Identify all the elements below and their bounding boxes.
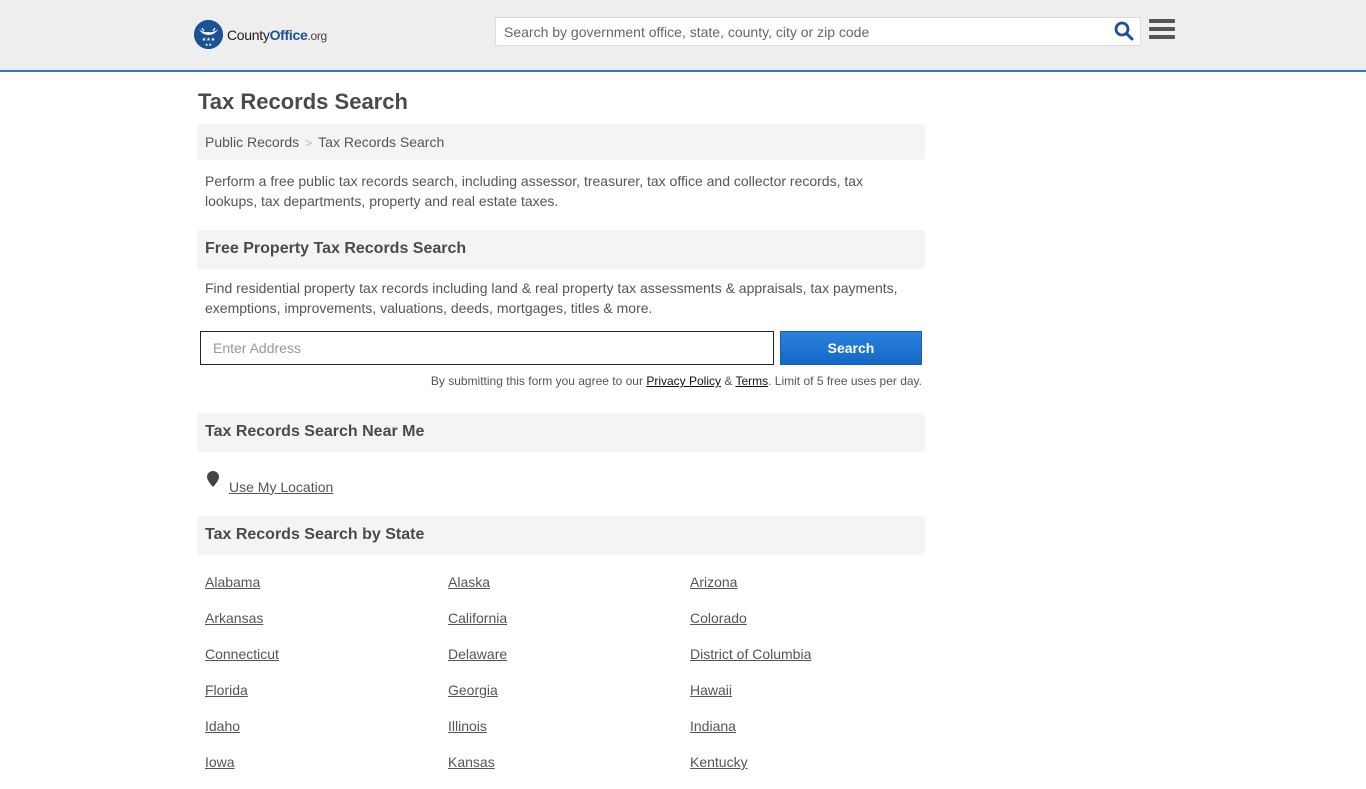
state-link[interactable]: Florida xyxy=(205,681,448,717)
address-search-button[interactable]: Search xyxy=(780,331,922,365)
state-link[interactable]: Kentucky xyxy=(690,753,933,789)
site-search-input[interactable] xyxy=(496,18,1106,45)
state-link[interactable]: Iowa xyxy=(205,753,448,789)
disclaimer-prefix: By submitting this form you agree to our xyxy=(430,374,647,388)
disclaimer-suffix: . Limit of 5 free uses per day. xyxy=(768,374,922,388)
state-link[interactable]: Georgia xyxy=(448,681,690,717)
terms-link[interactable]: Terms xyxy=(735,374,768,388)
intro-text: Perform a free public tax records search… xyxy=(205,173,864,209)
property-search-heading: Free Property Tax Records Search xyxy=(197,230,925,269)
state-link[interactable]: Delaware xyxy=(448,645,690,681)
state-link[interactable]: California xyxy=(448,609,690,645)
state-link[interactable]: Hawaii xyxy=(690,681,933,717)
eagle-stars-logo-icon: ★★★ ★★ xyxy=(194,20,223,49)
state-link[interactable]: Connecticut xyxy=(205,645,448,681)
state-link[interactable]: Alabama xyxy=(205,573,448,609)
logo-brand-office: Office xyxy=(269,26,308,43)
state-link[interactable]: Arizona xyxy=(690,573,933,609)
svg-text:★★: ★★ xyxy=(205,42,213,47)
privacy-policy-link[interactable]: Privacy Policy xyxy=(646,374,721,388)
near-me-body: Use My Location xyxy=(197,452,925,516)
disclaimer-and: & xyxy=(721,374,736,388)
form-disclaimer: By submitting this form you agree to our… xyxy=(197,374,925,413)
site-header: ★★★ ★★ CountyOffice.org xyxy=(0,0,1366,72)
site-search-button[interactable] xyxy=(1112,21,1136,43)
state-link[interactable]: Arkansas xyxy=(205,609,448,645)
page-title: Tax Records Search xyxy=(198,89,408,114)
use-my-location-link[interactable]: Use My Location xyxy=(229,479,333,495)
state-link[interactable]: District of Columbia xyxy=(690,645,933,681)
breadcrumb-public-records[interactable]: Public Records xyxy=(205,134,299,150)
logo-wordmark: CountyOffice.org xyxy=(227,27,327,43)
map-pin-icon xyxy=(207,471,219,487)
hamburger-menu-icon[interactable] xyxy=(1149,19,1175,43)
state-link[interactable]: Indiana xyxy=(690,717,933,753)
breadcrumb-current: Tax Records Search xyxy=(318,134,445,150)
breadcrumb-separator: > xyxy=(305,136,313,150)
near-me-heading: Tax Records Search Near Me xyxy=(197,413,925,452)
logo-brand-tld: .org xyxy=(307,28,327,43)
state-link[interactable]: Idaho xyxy=(205,717,448,753)
main-content: Tax Records Search Public Records > Tax Re… xyxy=(197,72,925,789)
address-search-form: Search xyxy=(197,331,925,365)
property-search-description: Find residential property tax records in… xyxy=(205,280,898,316)
state-link[interactable]: Alaska xyxy=(448,573,690,609)
search-icon xyxy=(1114,21,1134,41)
address-input[interactable] xyxy=(200,331,774,365)
state-link[interactable]: Colorado xyxy=(690,609,933,645)
state-link[interactable]: Illinois xyxy=(448,717,690,753)
site-search-bar xyxy=(495,17,1141,46)
logo-brand-county: County xyxy=(227,26,270,43)
breadcrumb: Public Records > Tax Records Search xyxy=(197,124,925,160)
states-grid: Alabama Alaska Arizona Arkansas California Co… xyxy=(197,555,925,789)
site-logo[interactable]: ★★★ ★★ CountyOffice.org xyxy=(194,20,327,49)
by-state-heading: Tax Records Search by State xyxy=(197,516,925,555)
state-link[interactable]: Kansas xyxy=(448,753,690,789)
